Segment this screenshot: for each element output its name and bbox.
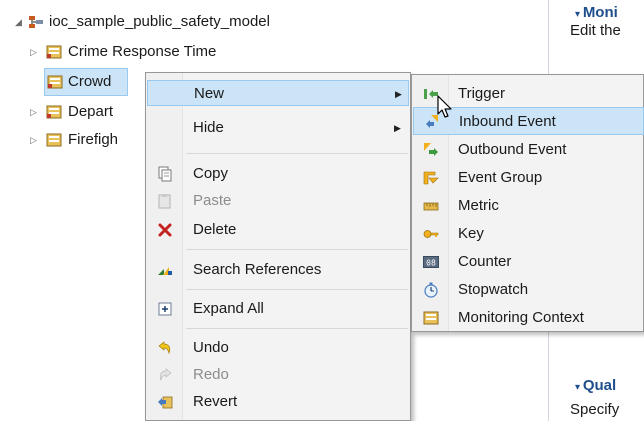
redo-icon <box>157 367 173 383</box>
menu-item-label: Search References <box>193 261 322 278</box>
menu-item-search-references[interactable]: Search References <box>147 257 409 283</box>
submenu-item-label: Event Group <box>458 169 543 186</box>
menu-item-label: Undo <box>193 339 229 356</box>
search-references-icon <box>157 262 173 278</box>
expand-arrow-icon[interactable]: ▷ <box>30 128 37 152</box>
tree-item[interactable]: ▷ Crime Response Time <box>0 40 400 64</box>
section-description: Edit the <box>570 22 621 39</box>
tree-item-label: Firefigh <box>68 131 119 148</box>
submenu-item-key[interactable]: Key <box>413 220 644 248</box>
mouse-cursor-icon <box>437 95 457 121</box>
submenu-item-label: Monitoring Context <box>458 309 584 326</box>
menu-item-label: Revert <box>193 393 238 410</box>
monitoring-context-icon <box>423 310 439 326</box>
submenu-item-label: Inbound Event <box>459 113 556 130</box>
section-title: Qual <box>582 377 617 394</box>
menu-item-label: Expand All <box>193 300 264 317</box>
menu-item-copy[interactable]: Copy <box>147 161 409 187</box>
menu-separator <box>186 328 408 329</box>
expand-arrow-icon[interactable]: ▷ <box>30 40 37 64</box>
submenu-item-stopwatch[interactable]: Stopwatch <box>413 276 644 304</box>
menu-item-label: Copy <box>193 165 229 182</box>
submenu-item-label: Counter <box>458 253 512 270</box>
tree-item[interactable]: ▷ Depart <box>0 100 150 124</box>
menu-item-expand-all[interactable]: Expand All <box>147 296 409 322</box>
metric-icon <box>423 198 439 214</box>
submenu-item-outbound-event[interactable]: Outbound Event <box>413 136 644 164</box>
menu-item-redo[interactable]: Redo <box>147 362 409 388</box>
menu-separator <box>186 153 408 154</box>
undo-icon <box>157 340 173 356</box>
expand-arrow-icon[interactable]: ▷ <box>30 100 37 124</box>
submenu-item-metric[interactable]: Metric <box>413 192 644 220</box>
section-description: Specify <box>570 401 620 418</box>
monitor-model-icon <box>46 104 62 120</box>
section-header-quality[interactable]: ▾ Qual <box>575 377 616 394</box>
menu-item-label: Paste <box>193 192 232 209</box>
section-title: Moni <box>582 4 618 21</box>
copy-icon <box>157 166 173 182</box>
context-menu: New ▶ Hide ▶ Copy Paste Delete Search Re… <box>145 72 411 421</box>
menu-item-new[interactable]: New ▶ <box>147 80 409 106</box>
submenu-item-counter[interactable]: 08 Counter <box>413 248 644 276</box>
model-project-icon <box>28 14 44 30</box>
menu-item-label: Redo <box>193 366 229 383</box>
monitor-model-icon <box>46 132 62 148</box>
key-icon <box>423 226 439 242</box>
paste-icon <box>157 193 173 209</box>
counter-icon-text: 08 <box>426 259 436 268</box>
menu-item-paste[interactable]: Paste <box>147 188 409 214</box>
submenu-item-label: Trigger <box>458 85 505 102</box>
tree-item-label: Crime Response Time <box>68 43 217 60</box>
menu-item-delete[interactable]: Delete <box>147 217 409 243</box>
counter-icon: 08 <box>423 254 439 270</box>
monitor-model-icon <box>46 44 62 60</box>
section-toggle-icon[interactable]: ▾ <box>575 382 583 393</box>
menu-item-label: Delete <box>193 221 237 238</box>
tree-item[interactable]: ▷ Firefigh <box>0 128 150 152</box>
tree-item-label: Crowd <box>68 73 112 90</box>
expand-all-icon <box>157 301 173 317</box>
submenu-item-event-group[interactable]: Event Group <box>413 164 644 192</box>
revert-icon <box>157 394 173 410</box>
menu-item-label: Hide <box>193 119 224 136</box>
submenu-item-label: Stopwatch <box>458 281 529 298</box>
section-header-monitoring[interactable]: ▾ Moni <box>575 4 618 21</box>
tree-item-label: Depart <box>68 103 114 120</box>
menu-separator <box>186 289 408 290</box>
submenu-arrow-icon: ▶ <box>395 89 402 99</box>
menu-item-label: New <box>194 85 225 102</box>
tree-item-root[interactable]: ◢ ioc_sample_public_safety_model <box>0 10 400 34</box>
submenu-arrow-icon: ▶ <box>394 123 401 133</box>
menu-item-hide[interactable]: Hide ▶ <box>147 115 409 141</box>
outbound-event-icon <box>423 142 439 158</box>
delete-icon <box>157 222 173 238</box>
tree-root-label: ioc_sample_public_safety_model <box>49 13 270 30</box>
menu-separator <box>186 249 408 250</box>
event-group-icon <box>423 170 439 186</box>
submenu-item-label: Metric <box>458 197 499 214</box>
submenu-item-label: Key <box>458 225 484 242</box>
collapse-arrow-icon[interactable]: ◢ <box>15 10 22 34</box>
monitor-model-icon <box>47 74 63 90</box>
menu-item-revert[interactable]: Revert <box>147 389 409 415</box>
section-toggle-icon[interactable]: ▾ <box>575 9 583 20</box>
menu-item-undo[interactable]: Undo <box>147 335 409 361</box>
submenu-item-monitoring-context[interactable]: Monitoring Context <box>413 304 644 332</box>
stopwatch-icon <box>423 282 439 298</box>
submenu-item-label: Outbound Event <box>458 141 567 158</box>
tree-item-selected[interactable]: Crowd <box>44 68 128 96</box>
